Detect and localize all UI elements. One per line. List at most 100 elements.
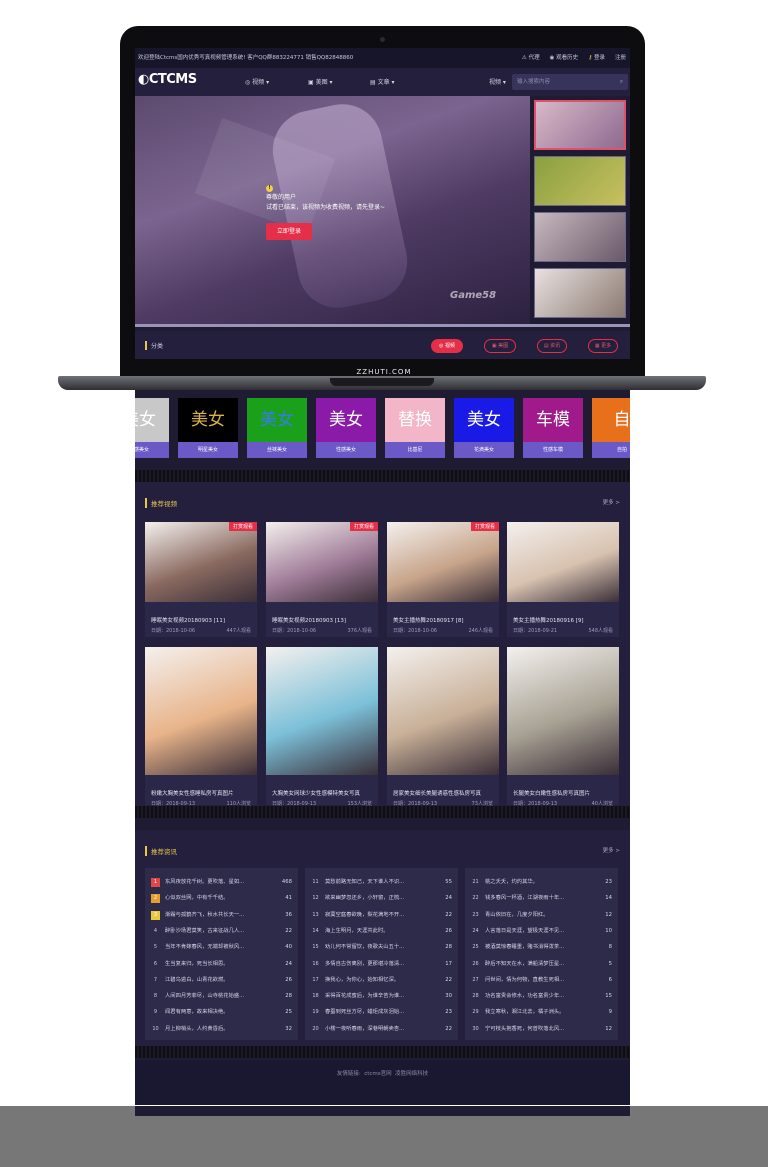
nav-article[interactable]: ▤ 文章 ▾: [370, 77, 395, 86]
news-item[interactable]: 8 人间四月芳菲尽，山寺桃花始盛... 28: [151, 990, 292, 1002]
news-title[interactable]: 小楼一夜听春雨，深巷明朝卖杏...: [325, 1026, 404, 1032]
playlist-thumb[interactable]: [534, 100, 626, 150]
thumbnail[interactable]: [507, 647, 619, 775]
news-title[interactable]: 生当复来归，死当长相思。: [165, 961, 229, 967]
news-title[interactable]: 钱多春风一杯酒，江湖夜雨十年...: [485, 895, 564, 901]
thumbnail[interactable]: [145, 522, 257, 602]
playlist-thumb[interactable]: [534, 268, 626, 318]
news-item[interactable]: 12 欲来幽梦忽还乡，小轩窗，正梳... 24: [311, 892, 452, 904]
news-item[interactable]: 10 月上柳梢头，人约黄昏后。 32: [151, 1023, 292, 1035]
history-link[interactable]: ◉ 观看历史: [550, 48, 579, 68]
news-title[interactable]: 当年不肯嫁春风，无端却被秋风...: [165, 944, 244, 950]
news-item[interactable]: 19 春蚕到死丝方尽，蜡炬成灰泪始... 23: [311, 1006, 452, 1018]
news-item[interactable]: 21 桃之夭夭，灼灼其华。 23: [471, 876, 612, 888]
photo-card[interactable]: 居家美女细长美腿诱惑性感私房写真 日期：2018-09-13 73人浏览: [387, 647, 499, 807]
news-item[interactable]: 29 我立寒秋，湘江北去，橘子洲头。 9: [471, 1006, 612, 1018]
category-tile[interactable]: 美女性感美女: [316, 398, 376, 458]
category-tile[interactable]: 美女 丝袜美女: [247, 398, 307, 458]
news-item[interactable]: 27 问世间，情为何物，直教生死相... 6: [471, 974, 612, 986]
search-input[interactable]: 输入搜索内容 ⌕: [512, 74, 628, 90]
news-title[interactable]: 寂寞空庭春欲晚，梨花满地不开...: [325, 912, 404, 918]
news-item[interactable]: 6 生当复来归，死当长相思。 24: [151, 958, 292, 970]
cat-btn-news[interactable]: ▤ 资讯: [537, 339, 567, 353]
news-title[interactable]: 宁可枝头抱香死，何曾吹落北风...: [485, 1026, 564, 1032]
news-title[interactable]: 功名富贵会修水，功名富贵少年...: [485, 993, 564, 999]
video-card[interactable]: 打赏观看 睡眠美女视频20180903 [11] 日期：2018-10-06 447人…: [145, 522, 257, 637]
news-title[interactable]: 人言落日是天涯，望极天涯不见...: [485, 928, 564, 934]
login-link[interactable]: ⚷ 登录: [588, 48, 605, 68]
news-item[interactable]: 15 劝儿何不常留饮，夜歌夫山五十... 28: [311, 941, 452, 953]
news-item[interactable]: 1 东风夜放花千树。更吹落、星如... 468: [151, 876, 292, 888]
news-title[interactable]: 欲来幽梦忽还乡，小轩窗，正梳...: [325, 895, 404, 901]
thumbnail[interactable]: [266, 647, 378, 775]
news-title[interactable]: 心似双丝网，中有千千结。: [165, 895, 229, 901]
cat-btn-video[interactable]: ◎ 视频: [431, 339, 463, 353]
news-title[interactable]: 月上柳梢头，人约黄昏后。: [165, 1026, 229, 1032]
thumbnail[interactable]: [145, 647, 257, 775]
news-title[interactable]: 桃之夭夭，灼灼其华。: [485, 879, 538, 885]
news-title[interactable]: 人间四月芳菲尽，山寺桃花始盛...: [165, 993, 244, 999]
thumbnail[interactable]: [507, 522, 619, 602]
category-tile[interactable]: 美女 明星美女: [178, 398, 238, 458]
friend-link[interactable]: ctcms官网: [364, 1071, 391, 1077]
photo-card[interactable]: 长腿美女白嫩性感私房写真图片 日期：2018-09-13 40人浏览: [507, 647, 619, 807]
news-item[interactable]: 11 莫愁前路无知己，天下谁人不识... 55: [311, 876, 452, 888]
news-item[interactable]: 26 醉后不知天在水，满船清梦压星... 5: [471, 958, 612, 970]
search-icon[interactable]: ⌕: [620, 74, 623, 90]
news-item[interactable]: 22 钱多春风一杯酒，江湖夜雨十年... 14: [471, 892, 612, 904]
news-title[interactable]: 江碧鸟逾白，山青花欲燃。: [165, 977, 229, 983]
card-title[interactable]: 美女主播热舞20180917 [8]: [393, 616, 495, 624]
news-title[interactable]: 问世间，情为何物，直教生死相...: [485, 977, 564, 983]
video-card[interactable]: 打赏观看 睡眠美女视频20180903 [13] 日期：2018-10-06 376人…: [266, 522, 378, 637]
card-title[interactable]: 睡眠美女视频20180903 [13]: [272, 616, 374, 624]
photo-card[interactable]: 粉嫩大胸美女性感睡私房写真图片 日期：2018-09-13 110人浏览: [145, 647, 257, 807]
card-title[interactable]: 大胸美女网球少女性感模特美女写真: [272, 789, 374, 797]
news-item[interactable]: 5 当年不肯嫁春风，无端却被秋风... 40: [151, 941, 292, 953]
category-tile[interactable]: 美女 花滴美女: [454, 398, 514, 458]
news-title[interactable]: 醉卧沙场君莫笑，古来征战几人...: [165, 928, 244, 934]
cat-btn-photo[interactable]: ▣ 美图: [484, 339, 516, 353]
news-item[interactable]: 30 宁可枝头抱香死，何曾吹落北风... 12: [471, 1023, 612, 1035]
playlist-thumb[interactable]: [534, 156, 626, 206]
video-card[interactable]: 美女主播热舞20180916 [9] 日期：2018-09-21 548人观看: [507, 522, 619, 637]
card-title[interactable]: 美女主播热舞20180916 [9]: [513, 616, 615, 624]
news-item[interactable]: 18 采得百花成蜜后，为谁辛苦为谁... 30: [311, 990, 452, 1002]
news-item[interactable]: 3 渐霜与孤鹤齐飞，秋水共长天一... 36: [151, 909, 292, 921]
category-tile[interactable]: 美女性感美女: [135, 398, 169, 458]
nav-photo[interactable]: ▣ 美图 ▾: [308, 77, 333, 86]
more-link[interactable]: 更多 >: [603, 498, 620, 506]
news-title[interactable]: 我立寒秋，湘江北去，橘子洲头。: [485, 1009, 564, 1015]
thumbnail[interactable]: [266, 522, 378, 602]
news-title[interactable]: 东风夜放花千树。更吹落、星如...: [165, 879, 244, 885]
more-link[interactable]: 更多 >: [603, 846, 620, 854]
progress-bar[interactable]: [135, 324, 630, 327]
news-item[interactable]: 16 多情自古伤离别，更那堪冷落清... 17: [311, 958, 452, 970]
register-link[interactable]: 注册: [615, 48, 626, 68]
news-title[interactable]: 劝儿何不常留饮，夜歌夫山五十...: [325, 944, 404, 950]
news-title[interactable]: 被酒莫惊春睡重，赌书消得泼茶...: [485, 944, 564, 950]
cat-btn-more[interactable]: ▦ 更多: [588, 339, 618, 353]
news-item[interactable]: 7 江碧鸟逾白，山青花欲燃。 26: [151, 974, 292, 986]
card-title[interactable]: 睡眠美女视频20180903 [11]: [151, 616, 253, 624]
photo-card[interactable]: 大胸美女网球少女性感模特美女写真 日期：2018-09-13 153人浏览: [266, 647, 378, 807]
news-item[interactable]: 25 被酒莫惊春睡重，赌书消得泼茶... 8: [471, 941, 612, 953]
card-title[interactable]: 居家美女细长美腿诱惑性感私房写真: [393, 789, 495, 797]
news-item[interactable]: 4 醉卧沙场君莫笑，古来征战几人... 22: [151, 925, 292, 937]
news-title[interactable]: 渐霜与孤鹤齐飞，秋水共长天一...: [165, 912, 244, 918]
news-title[interactable]: 换我心，为你心，始知相忆深。: [325, 977, 399, 983]
news-item[interactable]: 14 海上生明月，天涯共此时。 26: [311, 925, 452, 937]
category-tile[interactable]: 替换 比基尼: [385, 398, 445, 458]
news-item[interactable]: 23 青山依旧在，几度夕阳红。 12: [471, 909, 612, 921]
thumbnail[interactable]: [387, 647, 499, 775]
news-title[interactable]: 莫愁前路无知己，天下谁人不识...: [325, 879, 404, 885]
news-item[interactable]: 9 闻君有两意，故来相决绝。 25: [151, 1006, 292, 1018]
agent-link[interactable]: ⚠ 代理: [522, 48, 540, 68]
card-title[interactable]: 长腿美女白嫩性感私房写真图片: [513, 789, 615, 797]
news-title[interactable]: 春蚕到死丝方尽，蜡炬成灰泪始...: [325, 1009, 404, 1015]
news-title[interactable]: 闻君有两意，故来相决绝。: [165, 1009, 229, 1015]
friend-link[interactable]: 凌胜网络科技: [395, 1071, 428, 1077]
news-item[interactable]: 24 人言落日是天涯，望极天涯不见... 10: [471, 925, 612, 937]
news-item[interactable]: 2 心似双丝网，中有千千结。 41: [151, 892, 292, 904]
news-title[interactable]: 青山依旧在，几度夕阳红。: [485, 912, 549, 918]
news-title[interactable]: 醉后不知天在水，满船清梦压星...: [485, 961, 564, 967]
